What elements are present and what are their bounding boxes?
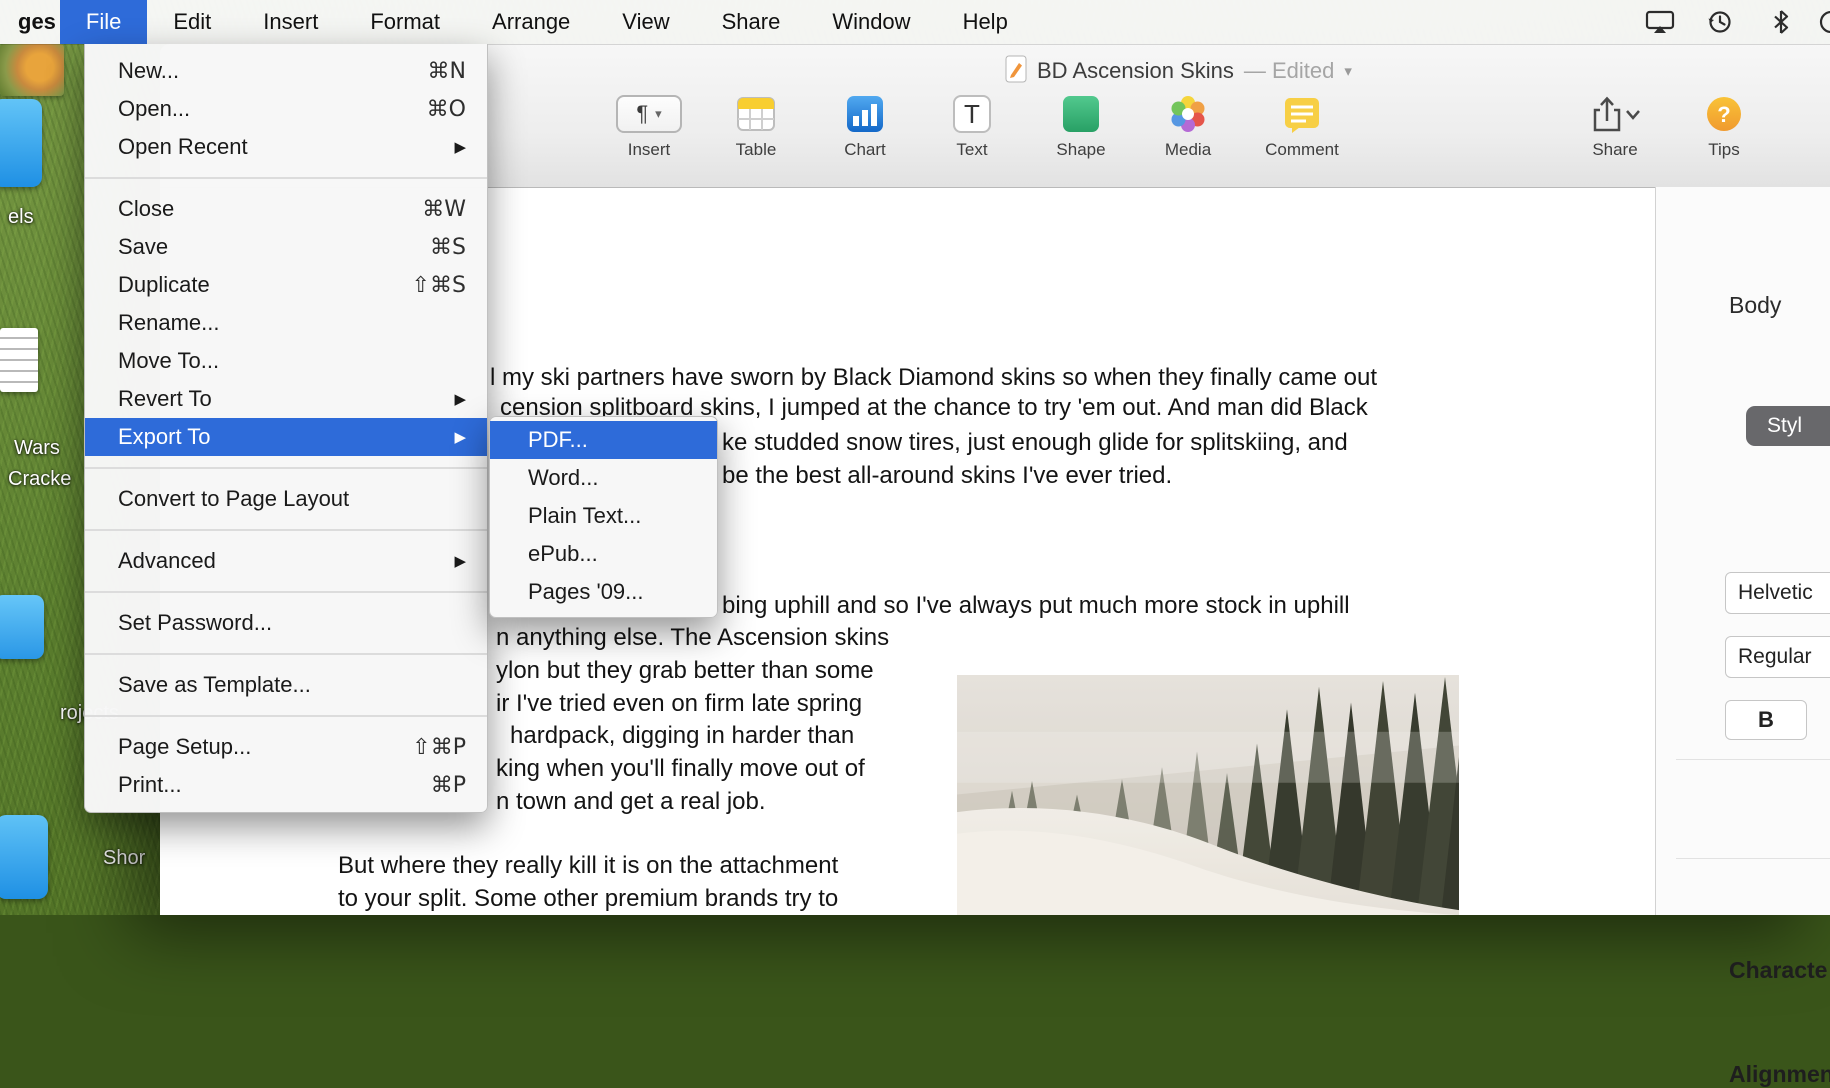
menu-item-shortcut: ⇧⌘P <box>412 734 466 760</box>
snowy-trees-photo[interactable] <box>957 675 1459 915</box>
file-menu-item-convert-to-page-layout[interactable]: Convert to Page Layout <box>85 480 487 518</box>
file-menu-item-page-setup[interactable]: Page Setup... ⇧⌘P <box>85 728 487 766</box>
document-text-line[interactable]: n anything else. The Ascension skins <box>496 624 889 652</box>
menu-item-shortcut: ⌘O <box>426 96 466 122</box>
menu-item-label: Export To <box>118 424 211 449</box>
tab-style[interactable]: Styl <box>1746 406 1830 446</box>
menu-separator <box>85 529 487 531</box>
menubar-item-insert[interactable]: Insert <box>237 0 344 44</box>
file-menu-item-move-to[interactable]: Move To... <box>85 342 487 380</box>
file-menu-item-export-to[interactable]: Export To ▶ <box>85 418 487 456</box>
menu-item-label: PDF... <box>528 427 588 452</box>
file-menu-item-open[interactable]: Open... ⌘O <box>85 90 487 128</box>
format-sidebar: Body Styl Font Helvetic Regular B Charac… <box>1655 187 1830 1087</box>
menu-item-shortcut: ⌘N <box>427 58 466 84</box>
menu-separator <box>85 467 487 469</box>
paragraph-style-value[interactable]: Body <box>1729 292 1781 319</box>
submenu-arrow-icon: ▶ <box>454 428 466 446</box>
export-submenu-item-word[interactable]: Word... <box>490 459 717 497</box>
menubar-item-window[interactable]: Window <box>806 0 936 44</box>
menubar-item-arrange[interactable]: Arrange <box>466 0 596 44</box>
font-family-select[interactable]: Helvetic <box>1725 572 1830 614</box>
file-menu-item-revert-to[interactable]: Revert To ▶ <box>85 380 487 418</box>
menu-item-label: Close <box>118 196 175 221</box>
document-text-line[interactable]: bing uphill and so I've always put much … <box>722 592 1350 620</box>
document-text-line[interactable]: king when you'll finally move out of <box>496 755 865 783</box>
menu-item-label: ePub... <box>528 541 598 566</box>
menu-item-shortcut: ⌘S <box>430 234 466 260</box>
menu-item-shortcut: ⌘W <box>422 196 466 222</box>
menu-item-label: Set Password... <box>118 610 273 635</box>
menu-item-label: Open... <box>118 96 191 121</box>
document-text-line[interactable]: But where they really kill it is on the … <box>338 852 838 880</box>
sidebar-divider <box>1676 858 1830 859</box>
submenu-arrow-icon: ▶ <box>454 552 466 570</box>
file-menu-item-save-as-template[interactable]: Save as Template... <box>85 666 487 704</box>
menu-item-label: Save as Template... <box>118 672 311 697</box>
submenu-arrow-icon: ▶ <box>454 138 466 156</box>
menu-item-label: Pages '09... <box>528 579 644 604</box>
menu-item-label: Revert To <box>118 386 212 411</box>
menu-item-label: New... <box>118 58 180 83</box>
menu-separator <box>85 591 487 593</box>
menu-item-label: Print... <box>118 772 182 797</box>
menubar-item-edit[interactable]: Edit <box>147 0 237 44</box>
menu-separator <box>85 653 487 655</box>
menubar-item-help[interactable]: Help <box>937 0 1034 44</box>
menu-item-label: Open Recent <box>118 134 248 159</box>
export-submenu-item-epub[interactable]: ePub... <box>490 535 717 573</box>
file-menu-item-rename[interactable]: Rename... <box>85 304 487 342</box>
menu-item-label: Convert to Page Layout <box>118 486 350 511</box>
file-menu-item-save[interactable]: Save ⌘S <box>85 228 487 266</box>
menubar-item-file[interactable]: File <box>59 0 148 44</box>
file-menu-item-print[interactable]: Print... ⌘P <box>85 766 487 804</box>
file-menu-item-set-password[interactable]: Set Password... <box>85 604 487 642</box>
sidebar-divider <box>1676 759 1830 760</box>
menu-item-label: Advanced <box>118 548 216 573</box>
airplay-display-icon[interactable] <box>1645 9 1675 40</box>
menu-item-label: Duplicate <box>118 272 210 297</box>
document-text-line[interactable]: l my ski partners have sworn by Black Di… <box>490 364 1377 392</box>
menu-separator <box>85 177 487 179</box>
menu-item-label: Page Setup... <box>118 734 252 759</box>
menu-bar: ges File Edit Insert Format Arrange View Share… <box>0 0 1830 44</box>
menu-item-label: Plain Text... <box>528 503 642 528</box>
bluetooth-icon[interactable] <box>1770 9 1792 40</box>
submenu-arrow-icon: ▶ <box>454 390 466 408</box>
menubar-item-share[interactable]: Share <box>696 0 807 44</box>
menubar-item-format[interactable]: Format <box>344 0 466 44</box>
document-text-line[interactable]: be the best all-around skins I've ever t… <box>722 462 1172 490</box>
export-submenu-item-plain-text[interactable]: Plain Text... <box>490 497 717 535</box>
export-submenu-item-pages-09[interactable]: Pages '09... <box>490 573 717 611</box>
file-menu-item-open-recent[interactable]: Open Recent ▶ <box>85 128 487 166</box>
character-styles-label: Characte <box>1729 957 1828 983</box>
document-text-line[interactable]: ylon but they grab better than some <box>496 657 874 685</box>
app-menu-pages-partial[interactable]: ges <box>14 0 60 44</box>
font-weight-select[interactable]: Regular <box>1725 636 1830 678</box>
file-menu-item-close[interactable]: Close ⌘W <box>85 190 487 228</box>
partial-status-icon[interactable] <box>1818 9 1830 40</box>
menu-item-label: Move To... <box>118 348 220 373</box>
menu-separator <box>85 715 487 717</box>
file-menu-dropdown: New... ⌘N Open... ⌘O Open Recent ▶ Close ⌘W Save… <box>84 44 488 813</box>
time-machine-icon[interactable] <box>1706 9 1734 40</box>
menu-item-label: Word... <box>528 465 599 490</box>
menu-item-label: Rename... <box>118 310 220 335</box>
menu-item-shortcut: ⌘P <box>430 772 466 798</box>
alignment-section-label: Alignmen <box>1729 1061 1830 1087</box>
document-text-line[interactable]: to your split. Some other premium brands… <box>338 885 838 913</box>
export-submenu-item-pdf[interactable]: PDF... <box>490 421 717 459</box>
document-text-line[interactable]: ir I've tried even on firm late spring <box>496 690 862 718</box>
file-menu-item-new[interactable]: New... ⌘N <box>85 52 487 90</box>
document-text-line[interactable]: ke studded snow tires, just enough glide… <box>722 429 1348 457</box>
menu-item-label: Save <box>118 234 169 259</box>
file-menu-item-advanced[interactable]: Advanced ▶ <box>85 542 487 580</box>
menu-item-shortcut: ⇧⌘S <box>411 272 466 298</box>
bold-button[interactable]: B <box>1725 700 1807 740</box>
menubar-item-view[interactable]: View <box>596 0 695 44</box>
export-to-submenu: PDF... Word... Plain Text... ePub... Pages '… <box>489 416 718 618</box>
file-menu-item-duplicate[interactable]: Duplicate ⇧⌘S <box>85 266 487 304</box>
document-text-line[interactable]: hardpack, digging in harder than <box>510 722 854 750</box>
document-text-line[interactable]: n town and get a real job. <box>496 788 766 816</box>
